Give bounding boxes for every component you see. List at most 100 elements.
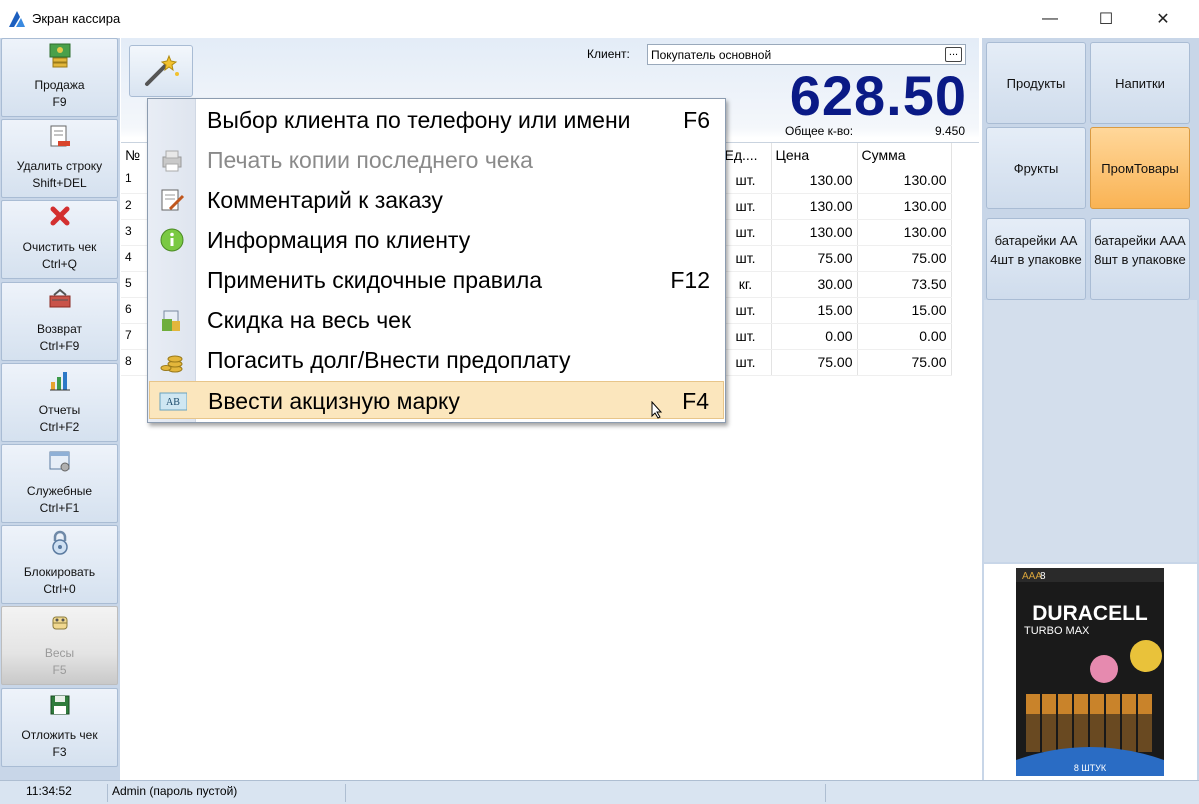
service-button[interactable]: Служебные Ctrl+F1 xyxy=(1,444,118,523)
col-price[interactable]: Цена xyxy=(771,143,858,167)
sale-label: Продажа F9 xyxy=(34,78,85,109)
lock-button[interactable]: Блокировать Ctrl+0 xyxy=(1,525,118,604)
menu-item-label: Выбор клиента по телефону или имени xyxy=(207,107,631,133)
product-label: батарейки АА 4шт в упаковке xyxy=(990,233,1082,267)
status-empty xyxy=(346,784,826,802)
cell-sum: 73.50 xyxy=(857,271,952,298)
total-qty-value: 9.450 xyxy=(934,124,965,138)
menu-item-shortcut: F4 xyxy=(682,388,709,414)
lock-label: Блокировать Ctrl+0 xyxy=(23,565,96,596)
actions-context-menu: Выбор клиента по телефону или имени F6 Печ… xyxy=(147,98,726,423)
total-qty-label: Общее к-во: xyxy=(785,124,854,138)
cell-sum: 75.00 xyxy=(857,245,952,272)
discount-icon xyxy=(162,310,180,331)
cell-price: 130.00 xyxy=(771,193,858,220)
client-field[interactable]: Покупатель основной ... xyxy=(647,44,966,65)
cell-price: 0.00 xyxy=(771,323,858,350)
edit-note-icon xyxy=(161,189,185,211)
menu-item[interactable]: Выбор клиента по телефону или имени F6 xyxy=(149,101,724,139)
reports-button[interactable]: Отчеты Ctrl+F2 xyxy=(1,363,118,442)
battery-count-text: 8 xyxy=(1040,571,1046,582)
cell-unit: шт. xyxy=(720,193,772,220)
cell-sum: 15.00 xyxy=(857,297,952,324)
sale-button[interactable]: Продажа F9 xyxy=(1,38,118,117)
cell-price: 75.00 xyxy=(771,349,858,376)
client-browse-button[interactable]: ... xyxy=(945,47,962,62)
magic-wand-icon xyxy=(145,54,179,86)
col-unit[interactable]: Ед.... xyxy=(720,143,772,167)
app-icon xyxy=(9,11,25,27)
category-drinks[interactable]: Напитки xyxy=(1090,42,1190,124)
menu-item-shortcut: F6 xyxy=(683,107,710,133)
printer-icon xyxy=(162,150,182,172)
cell-unit: шт. xyxy=(720,297,772,324)
product-label: батарейки ААА 8шт в упаковке xyxy=(1094,233,1186,267)
clear-icon xyxy=(50,206,70,226)
return-label: Возврат Ctrl+F9 xyxy=(37,322,82,353)
cell-unit: шт. xyxy=(720,219,772,246)
menu-item-label: Применить скидочные правила xyxy=(207,267,543,293)
category-label: ПромТовары xyxy=(1101,160,1179,176)
minimize-button[interactable]: — xyxy=(1027,6,1073,32)
subtitle-text: TURBO MAX xyxy=(1024,625,1090,637)
mouse-cursor-icon xyxy=(651,401,663,419)
menu-item[interactable]: AB Ввести акцизную марку F4 xyxy=(149,381,724,419)
col-sum[interactable]: Сумма xyxy=(857,143,952,167)
lock-icon xyxy=(52,530,68,555)
postpone-receipt-button[interactable]: Отложить чек F3 xyxy=(1,688,118,767)
category-label: Продукты xyxy=(1006,75,1066,91)
menu-item[interactable]: Применить скидочные правила F12 xyxy=(149,261,724,299)
close-button[interactable]: ✕ xyxy=(1140,6,1186,32)
return-icon xyxy=(49,288,71,308)
category-fruits[interactable]: Фрукты xyxy=(986,127,1086,209)
cell-price: 15.00 xyxy=(771,297,858,324)
menu-item[interactable]: Скидка на весь чек xyxy=(149,301,724,339)
pack-text: 8 ШТУК xyxy=(1074,763,1107,773)
save-icon xyxy=(50,695,70,715)
actions-menu-button[interactable] xyxy=(129,45,193,97)
category-label: Напитки xyxy=(1115,75,1165,91)
excise-stamp-icon: AB xyxy=(159,392,187,411)
delete-row-label: Удалить строку Shift+DEL xyxy=(16,159,103,190)
category-label: Фрукты xyxy=(1013,160,1059,176)
menu-item-label: Печать копии последнего чека xyxy=(207,147,533,173)
coins-icon xyxy=(160,355,183,373)
maximize-button[interactable]: ☐ xyxy=(1083,6,1129,32)
scales-button[interactable]: Весы F5 xyxy=(1,606,118,685)
product-list-area xyxy=(984,300,1197,562)
delete-row-button[interactable]: Удалить строку Shift+DEL xyxy=(1,119,118,198)
return-button[interactable]: Возврат Ctrl+F9 xyxy=(1,282,118,361)
cell-sum: 0.00 xyxy=(857,323,952,350)
cell-unit: шт. xyxy=(720,349,772,376)
product-image: AAA 8 DURACELL TURBO MAX 8 ШТУК xyxy=(1016,568,1164,776)
category-household[interactable]: ПромТовары xyxy=(1090,127,1190,209)
cell-unit: кг. xyxy=(720,271,772,298)
window-title: Экран кассира xyxy=(32,11,121,26)
delete-row-icon xyxy=(50,125,70,147)
menu-item[interactable]: Печать копии последнего чека xyxy=(149,141,724,179)
client-label: Клиент: xyxy=(587,47,630,61)
scales-label: Весы F5 xyxy=(44,646,75,677)
cell-unit: шт. xyxy=(720,167,772,194)
status-user: Admin (пароль пустой) xyxy=(108,784,346,802)
clear-receipt-label: Очистить чек Ctrl+Q xyxy=(22,240,97,271)
menu-item-label: Информация по клиенту xyxy=(207,227,471,253)
product-aa-batteries[interactable]: батарейки АА 4шт в упаковке xyxy=(986,218,1086,300)
info-icon xyxy=(160,228,184,252)
menu-item[interactable]: Комментарий к заказу xyxy=(149,181,724,219)
service-icon xyxy=(49,451,70,472)
menu-item[interactable]: Информация по клиенту xyxy=(149,221,724,259)
cell-unit: шт. xyxy=(720,323,772,350)
category-products[interactable]: Продукты xyxy=(986,42,1086,124)
cell-sum: 75.00 xyxy=(857,349,952,376)
cell-price: 130.00 xyxy=(771,219,858,246)
menu-item-shortcut: F12 xyxy=(670,267,710,293)
product-aaa-batteries[interactable]: батарейки ААА 8шт в упаковке xyxy=(1090,218,1190,300)
cell-price: 30.00 xyxy=(771,271,858,298)
total-amount: 628.50 xyxy=(789,64,967,127)
brand-text: DURACELL xyxy=(1032,602,1148,625)
cell-price: 75.00 xyxy=(771,245,858,272)
scales-icon xyxy=(52,616,68,630)
clear-receipt-button[interactable]: Очистить чек Ctrl+Q xyxy=(1,200,118,279)
menu-item[interactable]: Погасить долг/Внести предоплату xyxy=(149,341,724,379)
